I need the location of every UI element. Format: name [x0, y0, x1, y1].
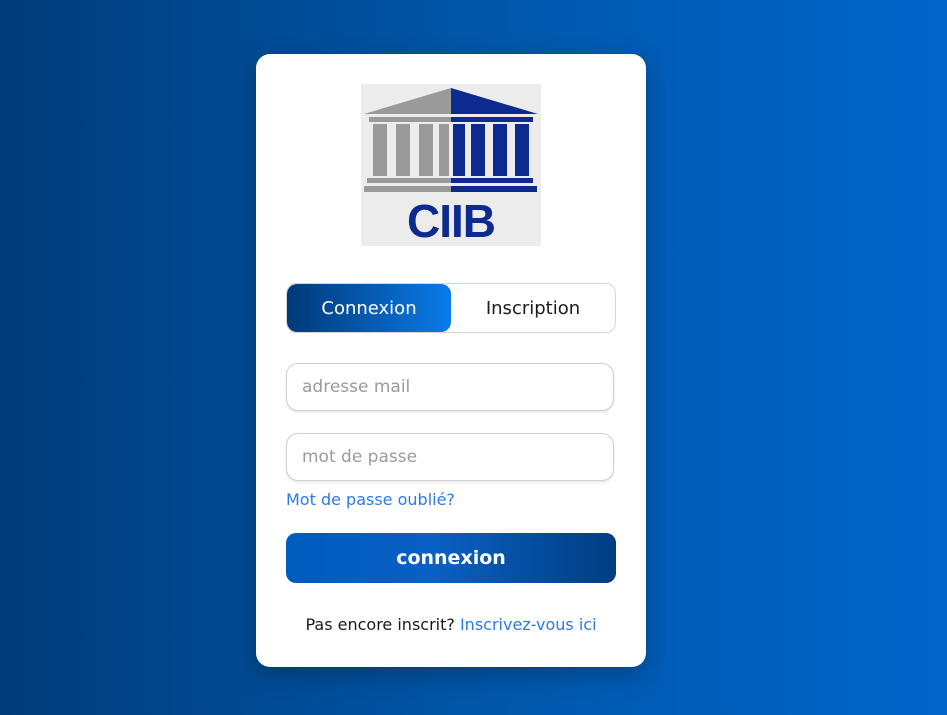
forgot-password-link[interactable]: Mot de passe oublié?	[286, 490, 455, 509]
password-input[interactable]	[286, 433, 614, 481]
ciib-logo: CIIB	[361, 84, 541, 246]
email-input[interactable]	[286, 363, 614, 411]
signup-link[interactable]: Inscrivez-vous ici	[460, 615, 597, 634]
auth-tabs: Connexion Inscription	[286, 283, 616, 333]
login-card: CIIB Connexion Inscription Mot de passe …	[256, 54, 646, 667]
signup-prompt: Pas encore inscrit? Inscrivez-vous ici	[256, 615, 646, 634]
tab-inscription[interactable]: Inscription	[451, 284, 615, 332]
login-button[interactable]: connexion	[286, 533, 616, 583]
signup-prompt-text: Pas encore inscrit?	[305, 615, 455, 634]
logo-text: CIIB	[407, 195, 496, 247]
tab-connexion[interactable]: Connexion	[287, 284, 451, 332]
